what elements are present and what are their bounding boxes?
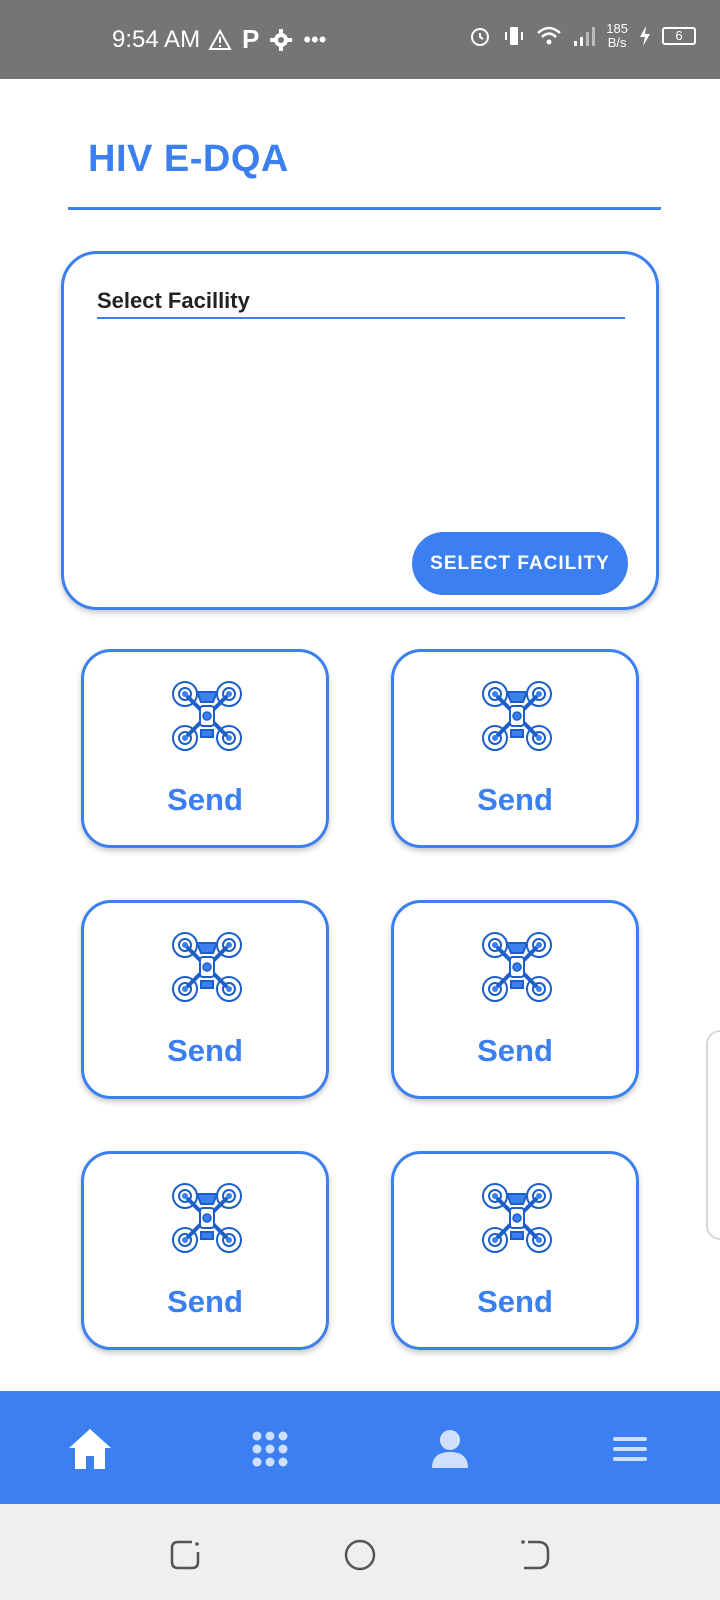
wifi-icon	[537, 26, 562, 45]
status-left-icons: P •••	[208, 24, 326, 55]
vibrate-icon	[505, 27, 524, 45]
back-icon[interactable]	[518, 1538, 552, 1572]
title-divider	[68, 207, 661, 210]
system-nav-bar	[0, 1504, 720, 1600]
facility-card: Select Facillity SELECT FACILITY	[61, 251, 659, 610]
send-tile[interactable]: Send	[391, 1151, 639, 1350]
send-tile[interactable]: Send	[81, 900, 329, 1099]
bottom-nav	[0, 1391, 720, 1504]
facility-label: Select Facillity	[97, 288, 250, 313]
battery-icon: 6	[662, 27, 696, 45]
send-label: Send	[477, 1284, 553, 1319]
signal-icon	[574, 27, 596, 46]
send-label: Send	[167, 1284, 243, 1319]
drone-icon	[482, 681, 552, 751]
send-label: Send	[477, 1033, 553, 1068]
select-facility-button[interactable]: SELECT FACILITY	[412, 532, 628, 595]
send-label: Send	[167, 1033, 243, 1068]
gear-icon	[270, 28, 293, 51]
p-icon: P	[242, 24, 260, 54]
send-tile[interactable]: Send	[391, 900, 639, 1099]
person-icon	[432, 1430, 468, 1468]
charging-icon	[640, 26, 650, 46]
apps-grid-icon	[252, 1431, 288, 1467]
send-label: Send	[167, 782, 243, 817]
drone-icon	[172, 1183, 242, 1253]
status-right-icons: 185 B/s 6	[468, 22, 696, 50]
send-tile[interactable]: Send	[81, 1151, 329, 1350]
send-tile[interactable]: Send	[81, 649, 329, 848]
nav-menu[interactable]	[604, 1423, 656, 1475]
edge-panel-handle[interactable]	[706, 1030, 720, 1240]
status-time: 9:54 AM	[112, 26, 201, 53]
drone-icon	[172, 932, 242, 1002]
network-speed: 185 B/s	[606, 21, 628, 50]
page-title: HIV E-DQA	[88, 138, 289, 180]
nav-home[interactable]	[64, 1423, 116, 1475]
nav-apps[interactable]	[244, 1423, 296, 1475]
send-label: Send	[477, 782, 553, 817]
more-dots-icon: •••	[303, 26, 327, 52]
home-icon	[69, 1429, 111, 1469]
drone-icon	[482, 1183, 552, 1253]
recents-icon[interactable]	[168, 1538, 202, 1572]
drone-icon	[172, 681, 242, 751]
status-bar: 9:54 AM P ••• 185 B/s 6	[0, 0, 720, 79]
home-circle-icon[interactable]	[343, 1538, 377, 1572]
alarm-icon	[471, 28, 490, 46]
drone-icon	[482, 932, 552, 1002]
warning-icon	[208, 28, 232, 50]
send-tile[interactable]: Send	[391, 649, 639, 848]
nav-profile[interactable]	[424, 1423, 476, 1475]
facility-divider	[97, 317, 625, 319]
menu-icon	[613, 1437, 647, 1461]
